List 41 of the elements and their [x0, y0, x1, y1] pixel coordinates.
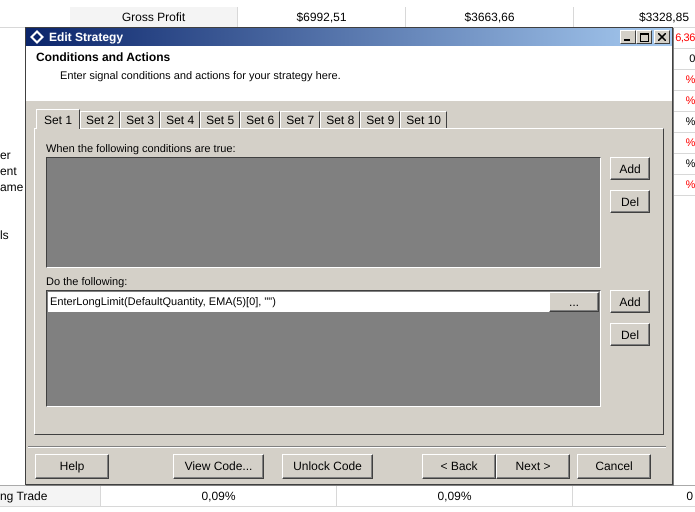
browse-button[interactable]: ...	[549, 292, 599, 312]
row-label: ent	[0, 163, 18, 179]
tab[interactable]: Set 3	[120, 111, 160, 128]
side-button[interactable]: Del	[610, 323, 650, 346]
footer-button[interactable]: Unlock Code	[282, 454, 373, 478]
help-button[interactable]: Help	[35, 454, 109, 478]
tab[interactable]: Set 7	[280, 111, 320, 128]
window-title: Edit Strategy	[49, 30, 124, 44]
footer-button[interactable]: View Code...	[173, 454, 264, 478]
close-icon	[658, 33, 666, 42]
tab[interactable]: Set 6	[240, 111, 280, 128]
row-label: ame	[0, 179, 24, 195]
maximize-icon	[640, 32, 648, 42]
tab[interactable]: Set 10	[400, 111, 447, 128]
table-cell: Gross Profit	[70, 7, 238, 27]
section-label: When the following conditions are true:	[46, 143, 237, 157]
table-cell-text: $3328,85	[638, 9, 690, 26]
action-field[interactable]: EnterLongLimit(DefaultQuantity, EMA(5)[0], "")	[48, 292, 549, 312]
row-label: er	[0, 147, 12, 163]
nav-button[interactable]: < Back	[422, 454, 496, 478]
side-button[interactable]: Del	[610, 190, 650, 213]
maximize-button[interactable]	[636, 30, 652, 44]
row-label: ls	[0, 227, 10, 243]
side-button[interactable]: Add	[610, 290, 650, 313]
tab[interactable]: Set 9	[360, 111, 400, 128]
table-cell: ng Trade	[0, 486, 101, 506]
tab[interactable]: Set 4	[160, 111, 200, 128]
tab[interactable]: Set 8	[320, 111, 360, 128]
header-subtitle: Enter signal conditions and actions for your strategy here.	[59, 70, 342, 82]
diamond-icon	[30, 30, 44, 44]
minimize-button[interactable]	[620, 30, 636, 44]
tab[interactable]: Set 1	[36, 109, 80, 129]
table-cell-text: 0	[685, 488, 694, 505]
header-title: Conditions and Actions	[36, 50, 172, 64]
tab[interactable]: Set 5	[200, 111, 240, 128]
tab[interactable]: Set 2	[80, 111, 120, 128]
cancel-button[interactable]: Cancel	[577, 454, 651, 478]
close-button[interactable]	[654, 30, 670, 44]
nav-button[interactable]: Next >	[496, 454, 570, 478]
section-label: Do the following:	[46, 276, 128, 290]
side-button[interactable]: Add	[610, 157, 650, 180]
